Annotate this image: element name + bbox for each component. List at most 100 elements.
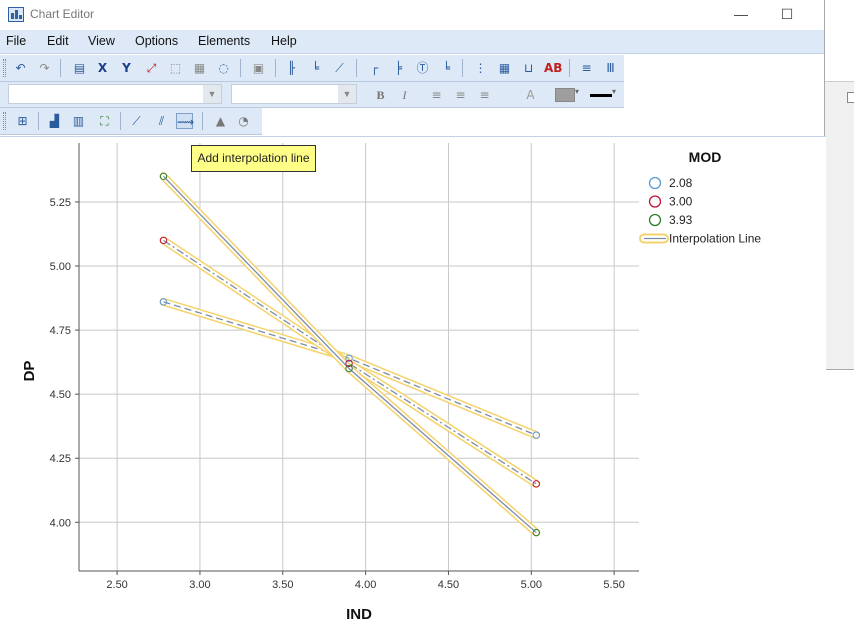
- fit-line-total-icon[interactable]: ⟋: [128, 113, 145, 129]
- legend-label: 3.00: [669, 195, 693, 209]
- menu-edit[interactable]: Edit: [47, 34, 69, 48]
- y-tick-label: 5.00: [50, 261, 71, 273]
- y-axis-select-icon[interactable]: Y: [118, 60, 135, 76]
- scale-to-data-icon[interactable]: ⊞: [14, 113, 31, 129]
- legend-label: 2.08: [669, 176, 693, 190]
- data-icon[interactable]: ▦: [191, 60, 208, 76]
- align-right-icon[interactable]: ≡: [476, 87, 493, 103]
- legend-label: 3.93: [669, 213, 693, 227]
- x-tick-label: 2.50: [106, 579, 127, 591]
- chart-svg: 2.50 3.00 3.50 4.00 4.50 5.00 5.50 4.00 4.25 4.50…: [21, 143, 761, 623]
- chevron-down-icon[interactable]: ▼: [338, 85, 356, 103]
- properties-dialog: [824, 0, 854, 370]
- menu-options-label: Options: [135, 34, 179, 48]
- menu-options[interactable]: Options: [135, 34, 178, 48]
- toolbar-grip[interactable]: [3, 112, 6, 130]
- properties-checkbox[interactable]: [847, 92, 854, 103]
- toolbar-grip[interactable]: [3, 59, 6, 77]
- x-axis-title: IND: [346, 606, 372, 623]
- align-center-icon[interactable]: ≡: [452, 87, 469, 103]
- fill-color-button[interactable]: [555, 88, 575, 102]
- data-labels-icon[interactable]: AB: [544, 60, 562, 76]
- x-tick-label: 5.50: [603, 579, 624, 591]
- chart-editor-window: Chart Editor — ☐ File Edit View Options …: [0, 0, 854, 632]
- annotation-icon[interactable]: ╞: [390, 60, 407, 76]
- x-axis-select-icon[interactable]: X: [94, 60, 111, 76]
- x-tick-label: 3.00: [189, 579, 210, 591]
- menu-help[interactable]: Help: [271, 34, 297, 48]
- chart-editor-app-icon: [8, 7, 24, 22]
- footnote-icon[interactable]: ╘: [438, 60, 455, 76]
- maximize-button[interactable]: ☐: [776, 4, 798, 24]
- menu-help-label: Help: [271, 34, 297, 48]
- menu-elements-label: Elements: [198, 34, 251, 48]
- histogram-icon[interactable]: ▲: [212, 113, 229, 129]
- legend-marker-icon: [648, 176, 662, 190]
- clustered-bar-icon[interactable]: ▥: [70, 113, 87, 129]
- menu-elements[interactable]: Elements: [198, 34, 250, 48]
- y-tick-label: 5.25: [50, 197, 71, 209]
- main-toolbar: ↶ ↷ ▤ X Y ⤢ ⬚ ▦ ◌ ▣ ╟ ╘ ⟋ ┌ ╞ Ⓣ ╘ ⋮ ▦ ⊔ …: [0, 55, 624, 82]
- x-tick-label: 5.00: [521, 579, 542, 591]
- x-tick-label: 3.50: [272, 579, 293, 591]
- chart-canvas[interactable]: 2.50 3.00 3.50 4.00 4.50 5.00 5.50 4.00 4.25 4.50…: [0, 136, 826, 632]
- transpose-icon[interactable]: ≡: [578, 60, 595, 76]
- chevron-down-icon[interactable]: ▼: [203, 85, 221, 103]
- menu-view[interactable]: View: [88, 34, 115, 48]
- minimize-button[interactable]: —: [730, 4, 752, 24]
- legend-marker-icon: [648, 195, 662, 208]
- align-left-icon[interactable]: ≡: [428, 87, 445, 103]
- undo-icon[interactable]: ↶: [12, 60, 29, 76]
- interpolation-line-icon[interactable]: ⟿: [176, 113, 194, 129]
- y-axis-title: DP: [21, 361, 38, 382]
- fit-line-subgroups-icon[interactable]: ⫽: [153, 113, 170, 129]
- legend-label: Interpolation Line: [669, 232, 761, 246]
- properties-dialog-panel: [825, 0, 854, 82]
- line-color-button[interactable]: [590, 94, 612, 97]
- bar-options-icon[interactable]: Ⅲ: [602, 60, 619, 76]
- rescale-icon[interactable]: ⤢: [143, 60, 160, 76]
- pie-icon[interactable]: ◔: [235, 113, 252, 129]
- menu-bar: File Edit View Options Elements Help: [0, 30, 826, 54]
- chart-elements-toolbar: ⊞ ▟ ▥ ⛶ ⟋ ⫽ ⟿ ▲ ◔: [0, 108, 262, 135]
- font-combo[interactable]: ▼: [8, 84, 222, 104]
- y-tick-label: 4.25: [50, 453, 71, 465]
- menu-view-label: View: [88, 34, 115, 48]
- fill-color-dropdown-icon[interactable]: ▾: [575, 87, 579, 96]
- reference-line-y-icon[interactable]: ╘: [307, 60, 324, 76]
- legend-title: MOD: [689, 149, 722, 165]
- resize-icon[interactable]: ⬚: [167, 60, 184, 76]
- legend-marker-icon: [648, 213, 662, 227]
- tooltip: Add interpolation line: [191, 145, 316, 172]
- reference-line-equation-icon[interactable]: ⟋: [331, 60, 348, 76]
- lasso-icon[interactable]: ◌: [215, 60, 232, 76]
- hide-icon[interactable]: ▣: [250, 60, 267, 76]
- legend-icon[interactable]: ⊔: [520, 60, 537, 76]
- format-toolbar: ▼ ▼ B I ≡ ≡ ≡ A ▾ ▾: [0, 82, 624, 108]
- bold-button[interactable]: B: [372, 87, 389, 103]
- y-tick-label: 4.50: [50, 389, 71, 401]
- grid-x-icon[interactable]: ⋮: [472, 60, 489, 76]
- y-tick-label: 4.00: [50, 517, 71, 529]
- menu-file-label: File: [6, 34, 27, 48]
- menu-edit-label: Edit: [47, 34, 69, 48]
- line-color-dropdown-icon[interactable]: ▾: [612, 87, 616, 96]
- font-size-combo[interactable]: ▼: [231, 84, 357, 104]
- properties-icon[interactable]: ▤: [71, 60, 88, 76]
- title-icon[interactable]: ┌: [366, 60, 383, 76]
- y-tick-label: 4.75: [50, 325, 71, 337]
- italic-button[interactable]: I: [396, 87, 413, 103]
- window-title: Chart Editor: [30, 7, 95, 21]
- bar-chart-icon[interactable]: ▟: [46, 113, 63, 129]
- reference-line-x-icon[interactable]: ╟: [283, 60, 300, 76]
- x-tick-label: 4.00: [355, 579, 376, 591]
- title-bar: Chart Editor — ☐: [0, 0, 826, 30]
- grid-y-icon[interactable]: ▦: [496, 60, 513, 76]
- redo-icon[interactable]: ↷: [36, 60, 53, 76]
- x-tick-label: 4.50: [438, 579, 459, 591]
- fill-color-swatch: [556, 89, 574, 101]
- textbox-icon[interactable]: Ⓣ: [414, 60, 431, 76]
- scatter-fit-icon[interactable]: ⛶: [96, 113, 113, 129]
- text-color-button[interactable]: A: [522, 87, 539, 103]
- menu-file[interactable]: File: [6, 34, 26, 48]
